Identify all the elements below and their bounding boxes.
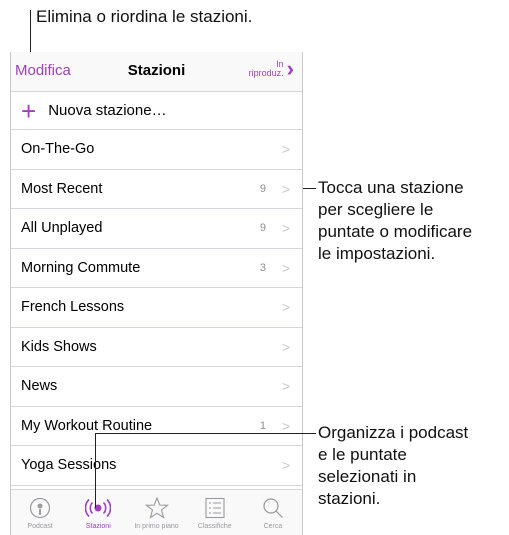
tab-label: Cerca [263, 523, 283, 530]
chevron-right-icon: › [286, 56, 294, 81]
chevron-right-icon: > [281, 417, 290, 434]
station-row[interactable]: Kids Shows > [11, 328, 302, 367]
search-icon [262, 496, 284, 520]
chevron-right-icon: > [281, 220, 290, 237]
station-count: 9 [259, 182, 266, 195]
tab-cerca[interactable]: Cerca [244, 490, 302, 535]
new-station-button[interactable]: + Nuova stazione… [11, 92, 302, 130]
station-row[interactable]: Morning Commute 3 > [11, 249, 302, 288]
chevron-right-icon: > [281, 259, 290, 276]
tab-in-primo-piano[interactable]: In primo piano [127, 490, 185, 535]
station-row[interactable]: On-The-Go > [11, 130, 302, 170]
tab-label: In primo piano [134, 523, 179, 530]
station-name: Morning Commute [21, 259, 141, 276]
podcasts-screen: Modifica Stazioni In riproduz. › + Nuova… [10, 52, 303, 535]
station-name: News [21, 378, 58, 395]
station-row[interactable]: All Unplayed 9 > [11, 209, 302, 249]
station-row[interactable]: My Workout Routine 1 > [11, 407, 302, 446]
station-count: 9 [259, 222, 266, 235]
stations-icon [85, 496, 112, 520]
star-icon [144, 496, 169, 520]
new-station-label: Nuova stazione… [48, 102, 167, 119]
tab-classifiche[interactable]: Classifiche [186, 490, 244, 535]
chevron-right-icon: > [281, 299, 290, 316]
tab-label: Classifiche [197, 523, 232, 530]
list-icon [204, 496, 226, 520]
podcast-icon [29, 496, 51, 520]
tab-stazioni[interactable]: Stazioni [69, 490, 127, 535]
chevron-right-icon: > [281, 180, 290, 197]
now-playing-line2: riproduz. [248, 68, 284, 78]
station-name: French Lessons [21, 299, 125, 316]
callout-edit-line [30, 10, 31, 54]
chevron-right-icon: > [281, 338, 290, 355]
station-row[interactable]: French Lessons > [11, 288, 302, 328]
station-count: 1 [259, 419, 266, 432]
callout-organize-hline [95, 433, 316, 434]
callout-organize-vline [95, 433, 96, 508]
station-row[interactable]: Yoga Sessions > [11, 446, 302, 486]
tab-podcast[interactable]: Podcast [11, 490, 69, 535]
chevron-right-icon: > [281, 457, 290, 474]
station-name: My Workout Routine [21, 417, 153, 434]
callout-station-info: Tocca una stazione per scegliere le punt… [318, 178, 473, 263]
tab-label: Podcast [27, 523, 53, 530]
station-name: Most Recent [21, 180, 103, 197]
tab-bar: Podcast Stazioni In primo piano Classifi… [11, 489, 302, 535]
station-name: Kids Shows [21, 338, 97, 355]
station-name: On-The-Go [21, 141, 95, 158]
callout-edit: Elimina o riordina le stazioni. [36, 7, 253, 26]
station-name: All Unplayed [21, 220, 103, 237]
tab-label: Stazioni [85, 523, 111, 530]
chevron-right-icon: > [281, 141, 290, 158]
callout-organize: Organizza i podcast e le puntate selezio… [318, 423, 469, 508]
station-count: 3 [259, 261, 266, 274]
chevron-right-icon: > [281, 378, 290, 395]
station-name: Yoga Sessions [21, 457, 117, 474]
station-row[interactable]: News > [11, 367, 302, 407]
now-playing-button[interactable]: In riproduz. › [249, 56, 294, 82]
navigation-bar: Modifica Stazioni In riproduz. › [11, 52, 302, 92]
plus-icon: + [21, 95, 37, 126]
station-row[interactable]: Most Recent 9 > [11, 170, 302, 209]
